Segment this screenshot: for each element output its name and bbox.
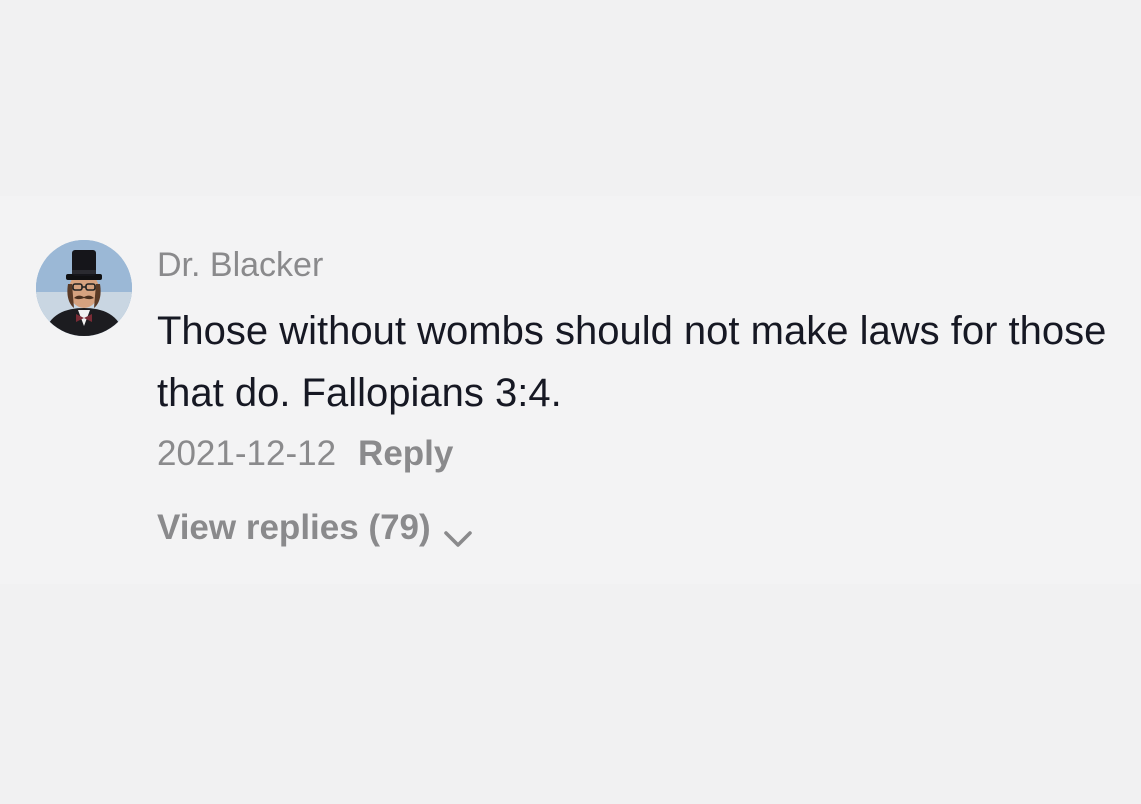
comment-date: 2021-12-12 [157,434,337,473]
comment-meta: 2021-12-12 Reply [157,434,453,474]
comment-card: Dr. Blacker Those without wombs should n… [0,196,1141,584]
username[interactable]: Dr. Blacker [157,246,323,285]
reply-button[interactable]: Reply [358,434,453,473]
view-replies-button[interactable]: View replies (79) [157,508,473,548]
view-replies-label: View replies (79) [157,508,431,547]
avatar-image [36,240,132,336]
chevron-down-icon [443,518,473,547]
avatar[interactable] [36,240,132,336]
comment-text: Those without wombs should not make laws… [157,309,1107,415]
